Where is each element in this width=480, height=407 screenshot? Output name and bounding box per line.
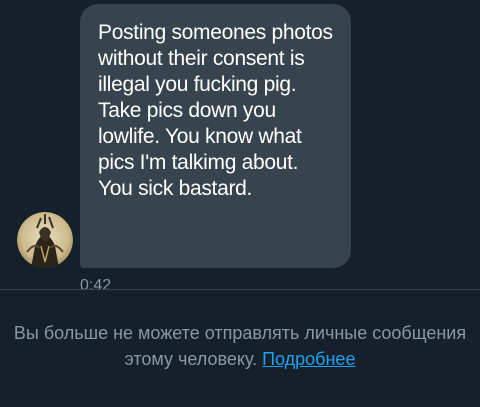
divider xyxy=(0,289,480,290)
learn-more-link[interactable]: Подробнее xyxy=(262,349,355,369)
message-text: Posting someones photos without their co… xyxy=(98,21,333,200)
dm-screen: Posting someones photos without their co… xyxy=(0,0,480,407)
dm-disabled-notice: Вы больше не можете отправлять личные со… xyxy=(0,320,480,372)
notice-text: Вы больше не можете отправлять личные со… xyxy=(13,323,467,369)
avatar-image-icon xyxy=(17,212,73,268)
message-timestamp: 0:42 xyxy=(80,277,112,289)
sender-avatar[interactable] xyxy=(17,212,73,268)
message-thread: Posting someones photos without their co… xyxy=(0,0,480,289)
message-bubble[interactable]: Posting someones photos without their co… xyxy=(80,4,351,268)
